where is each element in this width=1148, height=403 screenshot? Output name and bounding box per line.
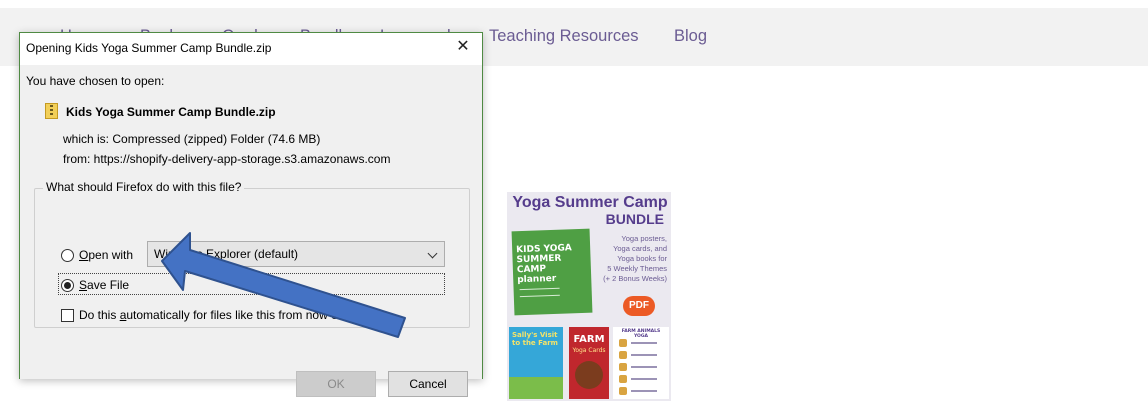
poster-title: FARM ANIMALS YOGA	[621, 329, 661, 339]
chevron-down-icon	[427, 248, 438, 259]
poster-row	[619, 387, 663, 395]
nav-link-blog[interactable]: Blog	[674, 27, 707, 46]
chosen-to-open-label: You have chosen to open:	[26, 74, 165, 88]
ok-button[interactable]: OK	[296, 371, 376, 397]
zip-file-icon	[45, 103, 58, 119]
cancel-button[interactable]: Cancel	[388, 371, 468, 397]
poster-row	[619, 363, 663, 371]
planner-book-decoration	[519, 287, 560, 298]
dialog-title: Opening Kids Yoga Summer Camp Bundle.zip	[26, 41, 272, 55]
planner-book-title: KIDS YOGA SUMMER CAMP planner	[516, 243, 572, 286]
farm-animals-yoga-poster: FARM ANIMALS YOGA	[613, 327, 669, 399]
open-with-text: pen with	[88, 248, 134, 262]
planner-book-cover: KIDS YOGA SUMMER CAMP planner	[511, 228, 593, 316]
book-cover-grass	[509, 377, 563, 399]
dialog-body: You have chosen to open: Kids Yoga Summe…	[20, 65, 482, 397]
open-with-app-select[interactable]: Windows Explorer (default)	[147, 241, 445, 267]
remember-choice-prefix: Do this	[79, 308, 120, 322]
open-with-accesskey: O	[79, 248, 89, 262]
product-title: Yoga Summer Camp	[512, 194, 668, 211]
save-file-radio[interactable]	[61, 279, 74, 292]
product-subtitle: BUNDLE	[605, 211, 664, 227]
save-file-label[interactable]: Save File	[79, 278, 129, 292]
download-dialog: Opening Kids Yoga Summer Camp Bundle.zip…	[19, 32, 483, 397]
feature-line: (+ 2 Bonus Weeks)	[603, 274, 667, 283]
feature-line: 5 Weekly Themes	[607, 264, 667, 273]
poster-row	[619, 375, 663, 383]
remember-choice-label[interactable]: Do this automatically for files like thi…	[79, 308, 348, 322]
open-with-app-value: Windows Explorer (default)	[154, 247, 299, 261]
save-file-accesskey: S	[79, 278, 88, 292]
farm-cards-illustration	[575, 361, 603, 389]
farm-story-book-title: Sally's Visit to the Farm	[512, 331, 558, 347]
open-with-radio[interactable]	[61, 249, 74, 262]
feature-line: Yoga posters,	[621, 234, 667, 243]
feature-line: Yoga cards, and	[613, 244, 667, 253]
action-question: What should Firefox do with this file?	[43, 180, 245, 194]
farm-story-book-cover: Sally's Visit to the Farm	[509, 327, 563, 399]
farm-cards-subtitle: Yoga Cards	[572, 347, 606, 354]
poster-row	[619, 351, 663, 359]
product-features: Yoga posters, Yoga cards, and Yoga books…	[591, 234, 667, 284]
file-source: from: https://shopify-delivery-app-stora…	[63, 152, 391, 166]
product-image[interactable]: Yoga Summer Camp BUNDLE KIDS YOGA SUMMER…	[507, 192, 671, 401]
remember-choice-text: utomatically for files like this from no…	[126, 308, 348, 322]
farm-cards-title: FARM	[573, 334, 605, 345]
pdf-badge: PDF	[623, 296, 655, 316]
save-file-text: ave File	[87, 278, 130, 292]
nav-link-teaching-resources[interactable]: Teaching Resources	[489, 27, 639, 46]
open-with-label[interactable]: Open with	[79, 248, 133, 262]
file-type: which is: Compressed (zipped) Folder (74…	[63, 132, 321, 146]
poster-row	[619, 339, 663, 347]
file-name: Kids Yoga Summer Camp Bundle.zip	[66, 105, 276, 119]
farm-yoga-cards-cover: FARM Yoga Cards	[569, 327, 609, 399]
feature-line: Yoga books for	[617, 254, 667, 263]
remember-choice-checkbox[interactable]	[61, 309, 74, 322]
close-icon[interactable]: ✕	[450, 36, 476, 58]
